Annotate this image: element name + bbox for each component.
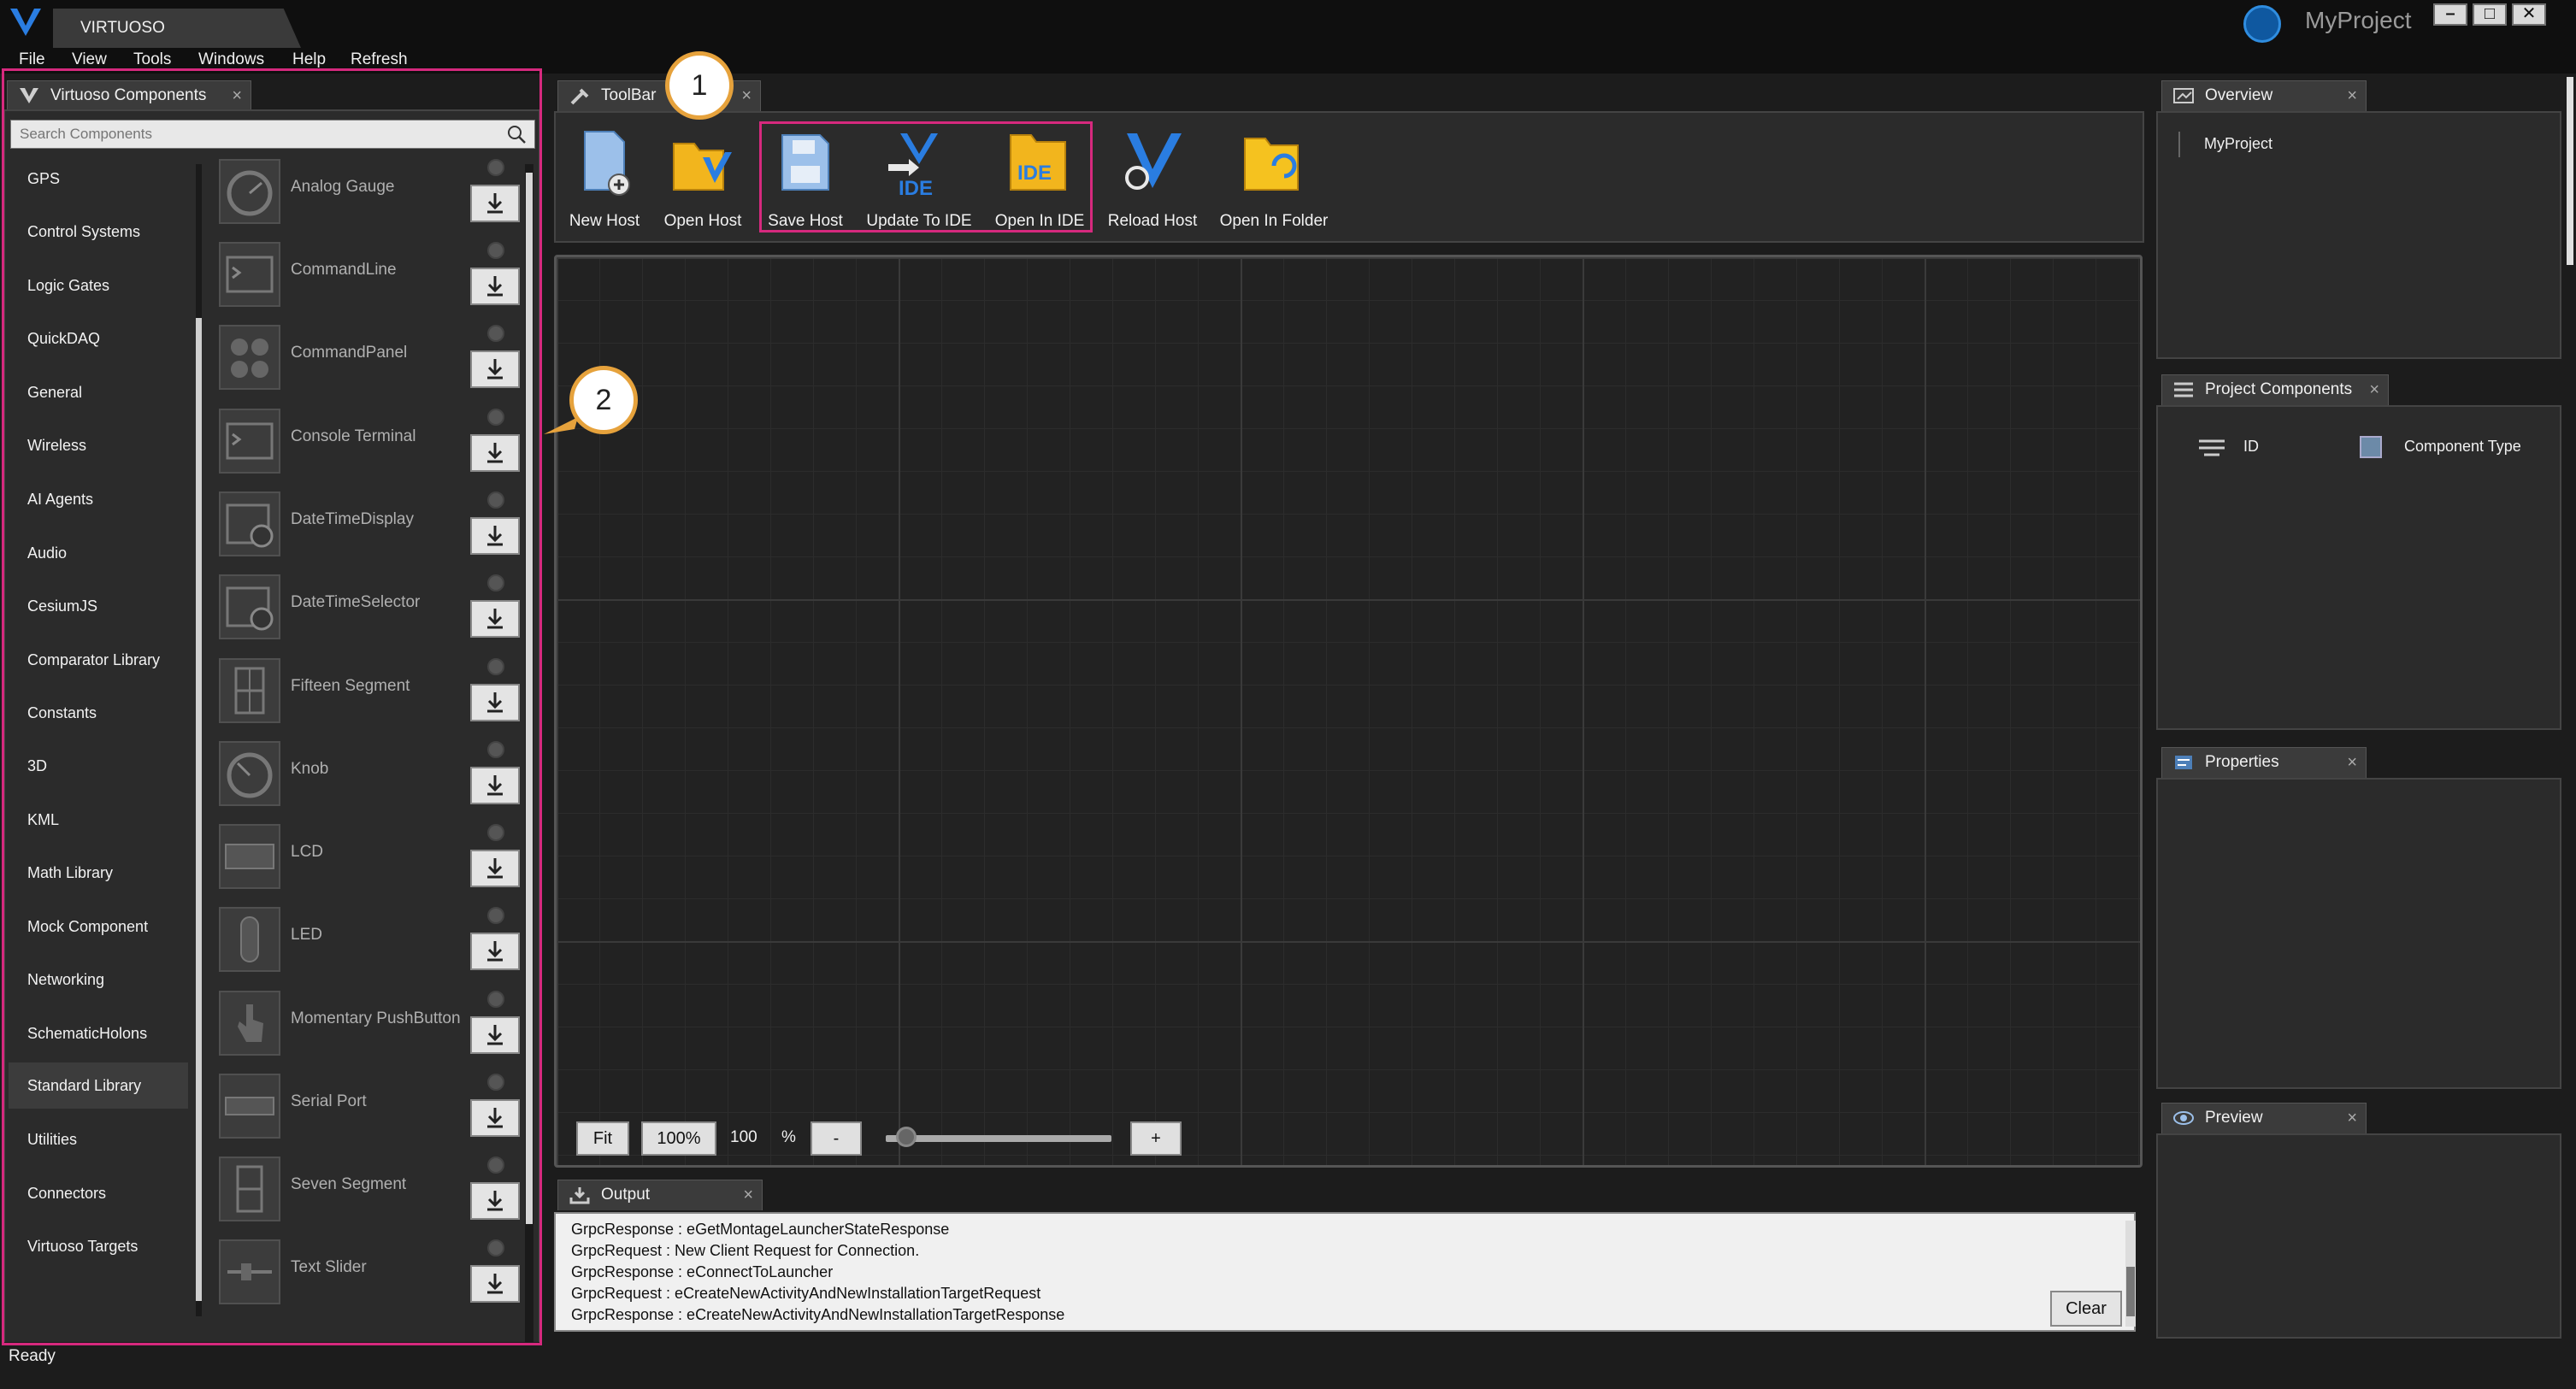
- highlight-toolbar-buttons: [759, 121, 1093, 232]
- overview-icon: [2173, 88, 2194, 103]
- zoom-value: 100: [730, 1128, 757, 1146]
- zoom-slider[interactable]: [886, 1135, 1111, 1142]
- tab-label: Overview: [2205, 86, 2273, 104]
- maximize-button[interactable]: □: [2473, 3, 2507, 26]
- list-icon: [2174, 382, 2193, 397]
- menu-file[interactable]: File: [19, 50, 45, 69]
- zoom-in-button[interactable]: +: [1130, 1121, 1182, 1156]
- callout-pointer-icon: [544, 417, 578, 434]
- zoom-percent: %: [781, 1128, 796, 1146]
- status-text: Ready: [9, 1347, 56, 1365]
- tab-label: Properties: [2205, 753, 2279, 771]
- column-header-component-type[interactable]: Component Type: [2404, 438, 2521, 456]
- reload-host-button[interactable]: Reload Host: [1105, 120, 1200, 231]
- tab-project-components[interactable]: Project Components ×: [2161, 374, 2389, 405]
- menu-help[interactable]: Help: [292, 50, 326, 69]
- window-scrollbar[interactable]: [2567, 77, 2573, 265]
- close-icon[interactable]: ×: [743, 1180, 753, 1209]
- close-icon[interactable]: ×: [2369, 375, 2379, 404]
- zoom-out-button[interactable]: -: [811, 1121, 862, 1156]
- project-icon[interactable]: [2243, 5, 2281, 43]
- tab-label: Preview: [2205, 1109, 2263, 1127]
- close-icon[interactable]: ×: [2347, 748, 2357, 777]
- properties-panel: [2156, 778, 2561, 1089]
- menu-windows[interactable]: Windows: [198, 50, 264, 69]
- menu-view[interactable]: View: [72, 50, 107, 69]
- close-icon[interactable]: ×: [2347, 1104, 2357, 1133]
- new-host-icon: [584, 131, 630, 196]
- virtuoso-logo-icon: [10, 9, 41, 36]
- new-host-button[interactable]: New Host: [564, 120, 645, 231]
- tab-label: ToolBar: [601, 86, 657, 104]
- minimize-button[interactable]: –: [2433, 3, 2467, 26]
- log-line: GrpcResponse : eConnectToLauncher: [571, 1263, 834, 1280]
- button-label: Open Host: [663, 212, 742, 230]
- reload-host-icon: [1125, 133, 1182, 190]
- callout-badge: 1: [665, 51, 734, 120]
- zoom-slider-thumb[interactable]: [896, 1127, 917, 1147]
- open-host-button[interactable]: Open Host: [658, 120, 747, 231]
- folder-icon: [1244, 138, 1299, 191]
- design-canvas[interactable]: [554, 255, 2143, 1168]
- zoom-100-button[interactable]: 100%: [641, 1121, 716, 1156]
- log-line: GrpcResponse : eGetMontageLauncherStateR…: [571, 1221, 950, 1238]
- tab-preview[interactable]: Preview ×: [2161, 1103, 2367, 1133]
- log-line: GrpcRequest : eCreateNewActivityAndNewIn…: [571, 1285, 1041, 1302]
- tab-overview[interactable]: Overview ×: [2161, 80, 2367, 111]
- button-label: New Host: [569, 212, 640, 230]
- output-scrollbar[interactable]: [2125, 1221, 2136, 1327]
- close-icon[interactable]: ×: [2347, 81, 2357, 110]
- component-type-icon: [2360, 436, 2382, 458]
- highlight-components-panel: [2, 68, 542, 1345]
- tab-properties[interactable]: Properties ×: [2161, 747, 2367, 778]
- close-window-button[interactable]: ✕: [2512, 3, 2546, 26]
- fit-button[interactable]: Fit: [576, 1121, 629, 1156]
- app-tab-label: VIRTUOSO: [80, 19, 165, 37]
- open-in-folder-button[interactable]: Open In Folder: [1217, 120, 1330, 231]
- output-icon: [569, 1187, 590, 1204]
- status-bar: Ready: [0, 1342, 2576, 1389]
- log-line: GrpcResponse : eCreateNewActivityAndNewI…: [571, 1306, 1065, 1323]
- preview-panel: [2156, 1133, 2561, 1339]
- app-tab[interactable]: VIRTUOSO: [53, 9, 301, 48]
- column-header-id[interactable]: ID: [2243, 438, 2259, 456]
- tab-output[interactable]: Output ×: [557, 1180, 763, 1210]
- eye-icon: [2173, 1111, 2194, 1125]
- project-name: MyProject: [2305, 7, 2412, 33]
- callout-badge: 2: [569, 366, 638, 434]
- button-label: Reload Host: [1107, 212, 1198, 230]
- menu-tools[interactable]: Tools: [133, 50, 171, 69]
- id-column-icon: [2199, 439, 2225, 456]
- tree-item-project[interactable]: MyProject: [2204, 135, 2272, 153]
- open-host-icon: [673, 143, 732, 191]
- close-icon[interactable]: ×: [741, 81, 752, 110]
- tab-label: Output: [601, 1186, 651, 1204]
- button-label: Open In Folder: [1219, 212, 1329, 230]
- scroll-thumb[interactable]: [2126, 1267, 2135, 1316]
- tab-label: Project Components: [2205, 380, 2353, 398]
- log-line: GrpcRequest : New Client Request for Con…: [571, 1242, 920, 1259]
- title-bar: VIRTUOSO MyProject – □ ✕: [0, 0, 2576, 48]
- output-log[interactable]: GrpcResponse : eGetMontageLauncherStateR…: [554, 1212, 2136, 1332]
- menu-refresh[interactable]: Refresh: [351, 50, 408, 69]
- properties-icon: [2175, 756, 2192, 769]
- tree-connector: [2178, 132, 2180, 157]
- toolbar-icon: [570, 88, 589, 105]
- clear-button[interactable]: Clear: [2050, 1291, 2122, 1327]
